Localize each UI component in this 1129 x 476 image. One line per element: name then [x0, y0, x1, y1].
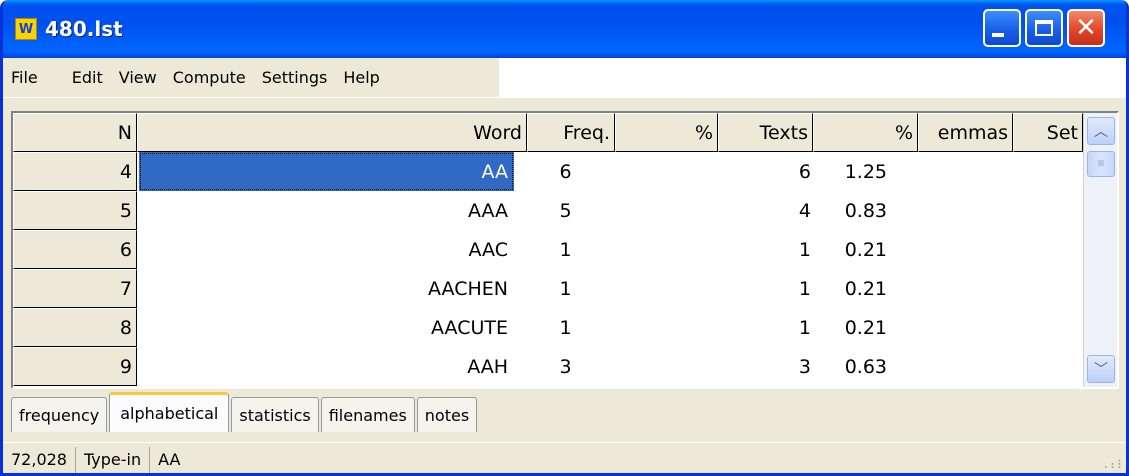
window-title: 480.lst — [45, 17, 123, 41]
status-mode: Type-in — [76, 446, 151, 473]
texts-percent-cell[interactable]: 1.25 — [815, 152, 891, 191]
word-cell[interactable]: AAH — [139, 347, 514, 386]
menu-bar-empty-area — [499, 58, 1126, 98]
maximize-icon — [1035, 20, 1053, 36]
status-bar: 72,028 Type-in AA ⠠⠰⠸ — [3, 442, 1126, 473]
freq-cell[interactable]: 1 — [514, 308, 617, 347]
table-row[interactable]: 4 AA 6 6 1.25 — [13, 152, 891, 191]
row-number: 4 — [13, 152, 137, 191]
texts-cell[interactable]: 4 — [720, 191, 815, 230]
table-row[interactable]: 6 AAC 1 1 0.21 — [13, 230, 891, 269]
word-cell[interactable]: AAA — [139, 191, 514, 230]
freq-percent-cell[interactable] — [617, 191, 720, 230]
app-icon[interactable]: W — [15, 18, 37, 40]
freq-cell[interactable]: 6 — [514, 152, 617, 191]
freq-percent-cell[interactable] — [617, 347, 720, 386]
tab-statistics[interactable]: statistics — [231, 397, 319, 432]
minimize-button[interactable] — [983, 9, 1021, 47]
menu-edit[interactable]: Edit — [64, 68, 111, 87]
minimize-icon — [992, 33, 1004, 37]
title-bar[interactable]: W 480.lst ✕ — [3, 0, 1126, 58]
texts-cell[interactable]: 1 — [720, 269, 815, 308]
close-button[interactable]: ✕ — [1067, 9, 1105, 47]
table-row[interactable]: 5 AAA 5 4 0.83 — [13, 191, 891, 230]
grid-header: N Word Freq. % Texts % emmas Set — [13, 113, 1083, 152]
word-list-grid[interactable]: N Word Freq. % Texts % emmas Set 4 AA 6 … — [11, 111, 1119, 389]
row-number: 5 — [13, 191, 137, 230]
vertical-scrollbar[interactable]: ︿ ≡ ﹀ — [1083, 113, 1117, 387]
table-row[interactable]: 7 AACHEN 1 1 0.21 — [13, 269, 891, 308]
texts-cell[interactable]: 6 — [720, 152, 815, 191]
texts-percent-cell[interactable]: 0.21 — [815, 230, 891, 269]
row-number: 8 — [13, 308, 137, 347]
menu-file[interactable]: File — [3, 68, 64, 87]
chevron-down-icon: ﹀ — [1094, 361, 1108, 377]
header-texts-percent[interactable]: % — [813, 113, 918, 152]
view-tabs: frequency alphabetical statistics filena… — [11, 392, 479, 432]
word-cell[interactable]: AAC — [139, 230, 514, 269]
row-number: 9 — [13, 347, 137, 386]
header-texts[interactable]: Texts — [718, 113, 813, 152]
tab-notes[interactable]: notes — [416, 397, 478, 432]
menu-help[interactable]: Help — [335, 68, 387, 87]
header-n[interactable]: N — [13, 113, 137, 152]
scroll-down-button[interactable]: ﹀ — [1087, 355, 1115, 383]
freq-cell[interactable]: 1 — [514, 269, 617, 308]
tab-filenames[interactable]: filenames — [320, 397, 415, 432]
menu-compute[interactable]: Compute — [165, 68, 254, 87]
close-icon: ✕ — [1075, 13, 1097, 43]
tab-alphabetical[interactable]: alphabetical — [109, 392, 230, 432]
status-count: 72,028 — [3, 446, 76, 473]
header-set[interactable]: Set — [1013, 113, 1083, 152]
freq-percent-cell[interactable] — [617, 230, 720, 269]
texts-cell[interactable]: 3 — [720, 347, 815, 386]
maximize-button[interactable] — [1025, 9, 1063, 47]
app-window: W 480.lst ✕ File Edit View Compute Setti… — [0, 0, 1129, 476]
chevron-up-icon: ︿ — [1094, 123, 1108, 139]
header-word[interactable]: Word — [137, 113, 527, 152]
freq-cell[interactable]: 1 — [514, 230, 617, 269]
table-row[interactable]: 8 AACUTE 1 1 0.21 — [13, 308, 891, 347]
header-lemmas[interactable]: emmas — [918, 113, 1013, 152]
texts-percent-cell[interactable]: 0.63 — [815, 347, 891, 386]
texts-percent-cell[interactable]: 0.21 — [815, 308, 891, 347]
header-freq-percent[interactable]: % — [615, 113, 718, 152]
freq-cell[interactable]: 5 — [514, 191, 617, 230]
texts-percent-cell[interactable]: 0.83 — [815, 191, 891, 230]
row-number: 7 — [13, 269, 137, 308]
freq-cell[interactable]: 3 — [514, 347, 617, 386]
table-row[interactable]: 9 AAH 3 3 0.63 — [13, 347, 891, 386]
word-cell[interactable]: AACUTE — [139, 308, 514, 347]
resize-grip-icon[interactable]: ⠠⠰⠸ — [1100, 458, 1122, 472]
row-number: 6 — [13, 230, 137, 269]
tab-frequency[interactable]: frequency — [11, 397, 108, 432]
freq-percent-cell[interactable] — [617, 152, 720, 191]
freq-percent-cell[interactable] — [617, 308, 720, 347]
texts-cell[interactable]: 1 — [720, 308, 815, 347]
grip-lines-icon: ≡ — [1097, 156, 1105, 171]
menu-settings[interactable]: Settings — [254, 68, 336, 87]
word-cell[interactable]: AA — [139, 152, 514, 191]
header-freq[interactable]: Freq. — [527, 113, 615, 152]
status-value: AA — [158, 450, 181, 469]
texts-cell[interactable]: 1 — [720, 230, 815, 269]
scroll-up-button[interactable]: ︿ — [1087, 117, 1115, 145]
word-cell[interactable]: AACHEN — [139, 269, 514, 308]
scroll-thumb[interactable]: ≡ — [1087, 151, 1115, 177]
menu-view[interactable]: View — [111, 68, 165, 87]
freq-percent-cell[interactable] — [617, 269, 720, 308]
texts-percent-cell[interactable]: 0.21 — [815, 269, 891, 308]
